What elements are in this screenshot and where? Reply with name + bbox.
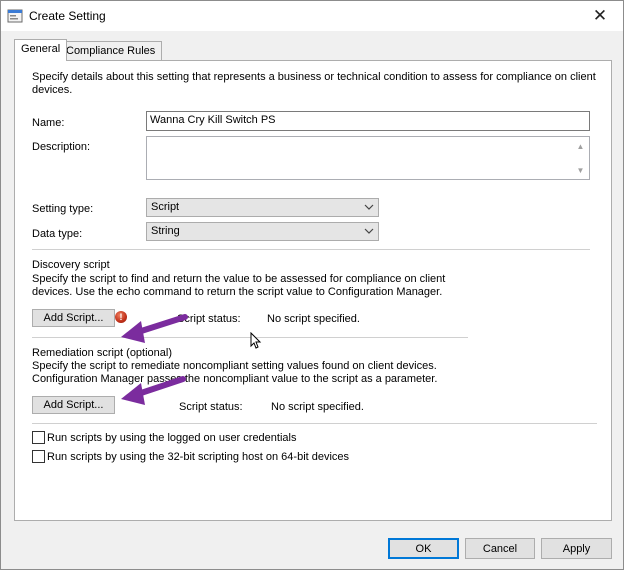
tab-label: General [21, 43, 61, 55]
remediation-heading: Remediation script (optional) [32, 347, 173, 359]
setting-type-dropdown[interactable]: Script [146, 198, 379, 217]
discovery-desc-line2: devices. Use the echo command to return … [32, 286, 443, 298]
run-logged-on-label: Run scripts by using the logged on user … [47, 432, 297, 444]
remediation-status-label: Script status: [179, 401, 243, 413]
button-label: Cancel [482, 542, 518, 555]
divider [32, 423, 597, 424]
button-label: OK [415, 542, 432, 555]
remediation-desc-line1: Specify the script to remediate noncompl… [32, 360, 437, 372]
mouse-cursor-icon [250, 332, 262, 349]
tab-compliance-rules[interactable]: Compliance Rules [59, 41, 163, 60]
button-label: Add Script... [43, 312, 104, 324]
discovery-desc-line1: Specify the script to find and return th… [32, 273, 446, 285]
close-button[interactable]: ✕ [577, 1, 623, 31]
ok-button[interactable]: OK [388, 538, 459, 559]
data-type-label: Data type: [32, 228, 83, 240]
run-logged-on-checkbox[interactable] [32, 431, 45, 444]
scroll-down-icon[interactable]: ▼ [572, 163, 589, 177]
button-label: Apply [562, 542, 591, 555]
scroll-up-icon[interactable]: ▲ [572, 139, 589, 153]
button-label: Add Script... [43, 399, 104, 411]
intro-text-line1: Specify details about this setting that … [32, 71, 596, 83]
tab-label: Compliance Rules [66, 45, 156, 57]
description-field[interactable]: ▲ ▼ [146, 136, 590, 180]
run-32bit-checkbox[interactable] [32, 450, 45, 463]
window-title: Create Setting [29, 9, 106, 23]
discovery-status-value: No script specified. [267, 313, 360, 325]
remediation-add-script-button[interactable]: Add Script... [32, 396, 115, 414]
error-icon: ! [115, 311, 127, 323]
remediation-desc-line2: Configuration Manager passes the noncomp… [32, 373, 438, 385]
chevron-down-icon [364, 204, 374, 210]
name-label: Name: [32, 117, 65, 129]
description-label: Description: [32, 141, 91, 153]
data-type-dropdown[interactable]: String [146, 222, 379, 241]
discovery-heading: Discovery script [32, 259, 110, 271]
title-bar: Create Setting ✕ [1, 1, 623, 31]
discovery-add-script-button[interactable]: Add Script... [32, 309, 115, 327]
setting-type-value: Script [151, 201, 180, 213]
settings-window-icon [7, 9, 23, 23]
remediation-status-value: No script specified. [271, 401, 364, 413]
apply-button[interactable]: Apply [541, 538, 612, 559]
close-icon: ✕ [592, 6, 608, 25]
discovery-status-label: Script status: [177, 313, 241, 325]
cancel-button[interactable]: Cancel [465, 538, 535, 559]
general-tab-panel: Specify details about this setting that … [14, 60, 612, 521]
create-setting-dialog: Create Setting ✕ General Compliance Rule… [0, 0, 624, 570]
divider [32, 249, 590, 250]
name-field[interactable]: Wanna Cry Kill Switch PS [146, 111, 590, 131]
intro-text-line2: devices. [32, 84, 73, 96]
chevron-down-icon [364, 228, 374, 234]
data-type-value: String [151, 225, 180, 237]
run-32bit-label: Run scripts by using the 32-bit scriptin… [47, 451, 350, 463]
tab-general[interactable]: General [14, 39, 68, 61]
description-scrollbar[interactable]: ▲ ▼ [572, 137, 589, 179]
setting-type-label: Setting type: [32, 203, 94, 215]
